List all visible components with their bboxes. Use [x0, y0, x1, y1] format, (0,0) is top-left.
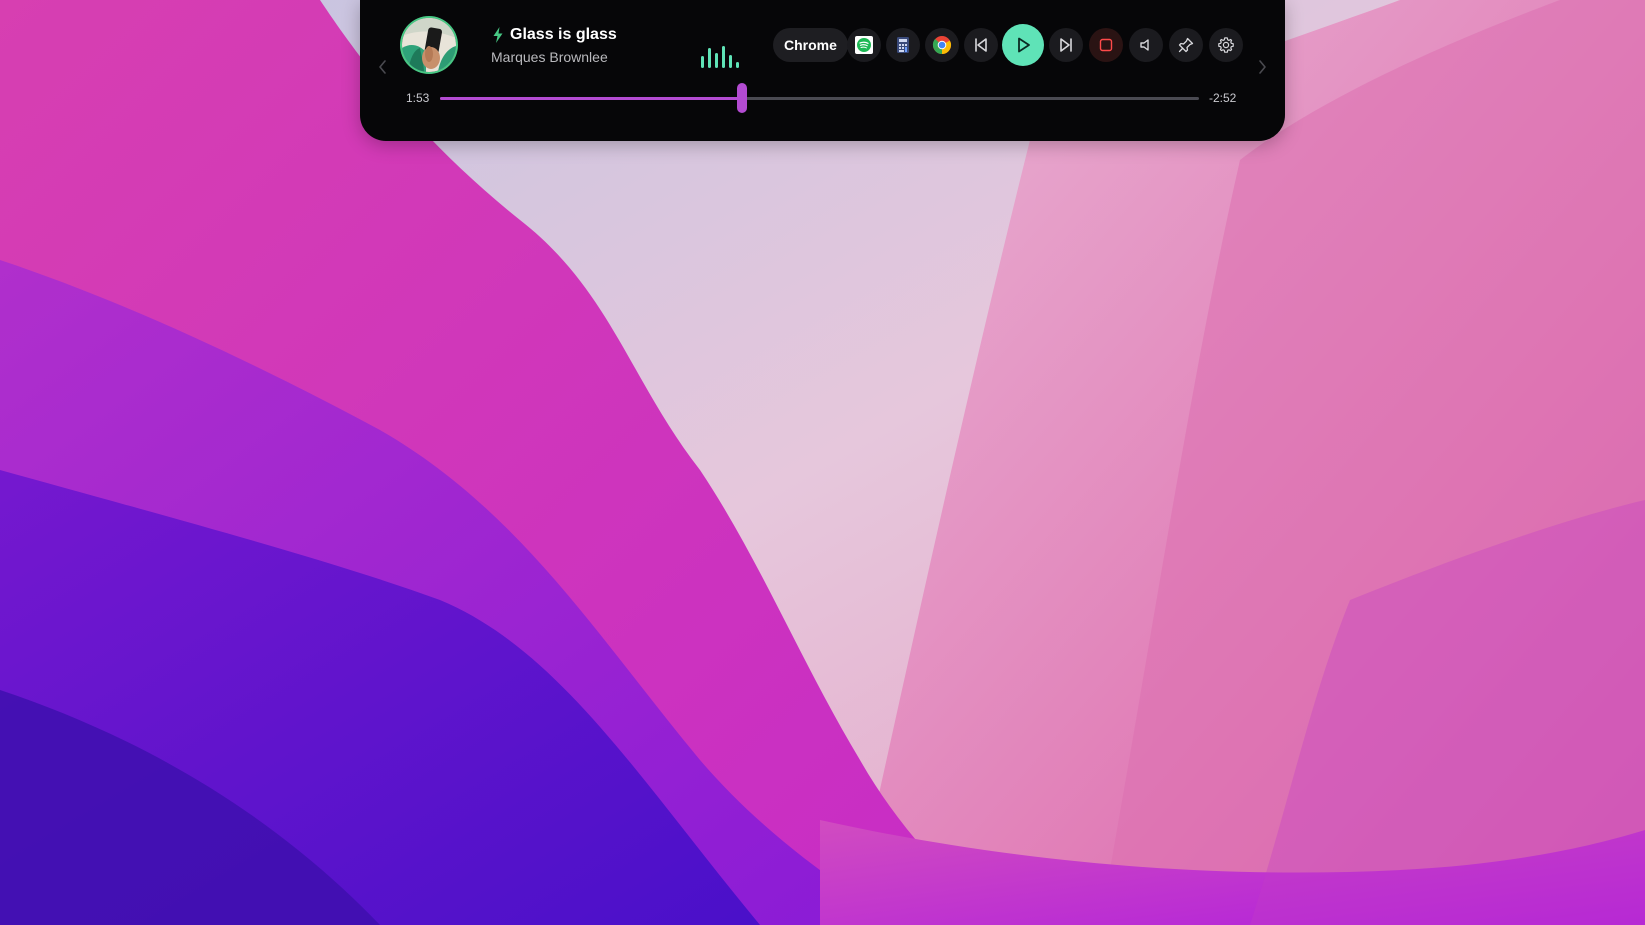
bolt-icon: [491, 26, 505, 44]
progress-slider[interactable]: [440, 83, 1199, 113]
track-title: Glass is glass: [510, 26, 617, 43]
track-info: Glass is glass Marques Brownlee: [491, 24, 691, 65]
stop-button[interactable]: [1089, 28, 1123, 62]
skip-previous-icon: [972, 36, 990, 54]
elapsed-time: 1:53: [406, 91, 430, 105]
remaining-time: -2:52: [1209, 91, 1237, 105]
chrome-app-button[interactable]: [925, 28, 959, 62]
album-art[interactable]: [402, 18, 456, 72]
calculator-app-button[interactable]: [886, 28, 920, 62]
calculator-icon: [894, 36, 912, 54]
chevron-left-icon[interactable]: [376, 56, 390, 78]
progress-fill: [440, 97, 743, 100]
stop-icon: [1098, 37, 1114, 53]
volume-button[interactable]: [1129, 28, 1163, 62]
pin-icon: [1177, 36, 1195, 54]
media-player-island: Glass is glass Marques Brownlee Chrome 1…: [360, 0, 1285, 141]
audio-visualizer-icon: [700, 44, 744, 68]
previous-track-button[interactable]: [964, 28, 998, 62]
next-track-button[interactable]: [1049, 28, 1083, 62]
chrome-icon: [932, 35, 952, 55]
skip-next-icon: [1057, 36, 1075, 54]
chevron-right-icon[interactable]: [1255, 56, 1269, 78]
progress-thumb[interactable]: [737, 83, 748, 113]
source-app-chip[interactable]: Chrome: [773, 28, 848, 62]
play-button[interactable]: [1002, 24, 1044, 66]
spotify-icon: [854, 35, 874, 55]
desktop: Glass is glass Marques Brownlee Chrome 1…: [0, 0, 1645, 925]
volume-icon: [1138, 37, 1154, 53]
track-artist: Marques Brownlee: [491, 49, 608, 65]
settings-button[interactable]: [1209, 28, 1243, 62]
pin-button[interactable]: [1169, 28, 1203, 62]
spotify-app-button[interactable]: [847, 28, 881, 62]
gear-icon: [1217, 36, 1235, 54]
play-icon: [1013, 35, 1033, 55]
